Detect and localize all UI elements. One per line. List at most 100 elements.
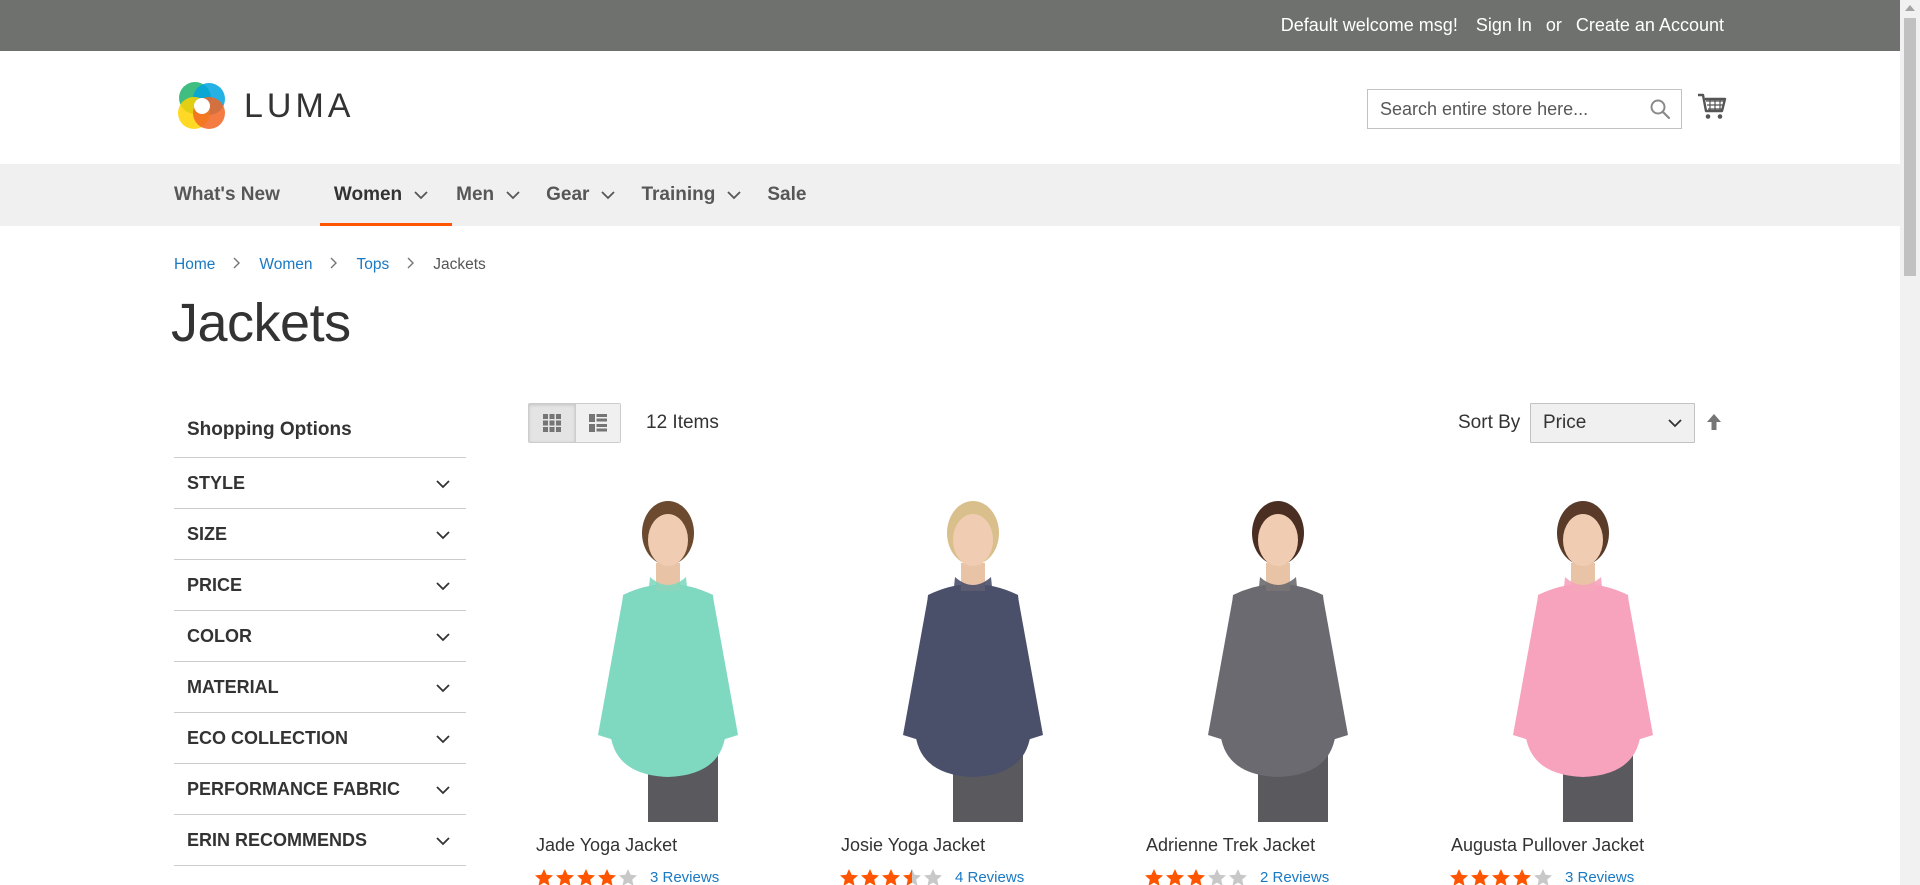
scroll-up-arrow-icon[interactable]	[1905, 5, 1915, 11]
product-name[interactable]: Adrienne Trek Jacket	[1146, 835, 1315, 856]
nav-label: Sale	[767, 184, 807, 205]
reviews-link[interactable]: 4 Reviews	[955, 869, 1024, 885]
model-jacket-illustration	[903, 501, 1043, 822]
filter-label: PRICE	[187, 574, 243, 595]
chevron-down-icon	[727, 184, 741, 206]
nav-item-men[interactable]: Men	[456, 164, 546, 226]
chevron-down-icon	[601, 184, 616, 206]
nav-label: Women	[333, 184, 403, 205]
search-icon[interactable]	[1649, 98, 1671, 125]
product-image[interactable]	[528, 485, 808, 822]
chevron-down-icon	[436, 728, 450, 749]
filter-label: ERIN RECOMMENDS	[187, 829, 368, 850]
top-panel: Default welcome msg! Sign In or Create a…	[0, 0, 1900, 51]
filter-eco-collection[interactable]: ECO COLLECTION	[174, 713, 466, 764]
star-icon	[556, 869, 574, 885]
header-links: Default welcome msg! Sign In or Create a…	[1281, 0, 1724, 51]
welcome-message: Default welcome msg!	[1280, 15, 1458, 35]
page-title: Jackets	[171, 293, 351, 353]
chevron-right-icon	[407, 256, 415, 274]
filter-label: COLOR	[187, 625, 252, 646]
filter-size[interactable]: SIZE	[174, 509, 466, 560]
search-box	[1367, 89, 1682, 129]
product-image[interactable]	[1443, 485, 1723, 822]
sort-by-select[interactable]: Price	[1530, 403, 1695, 443]
nav-item-whats-new[interactable]: What's New	[174, 164, 306, 226]
reviews-link[interactable]: 3 Reviews	[1565, 869, 1634, 885]
product-rating: 2 Reviews	[1144, 868, 1329, 885]
nav-label: Training	[641, 184, 716, 205]
grid-icon	[542, 414, 561, 432]
sort-by-label: Sort By	[1458, 412, 1521, 433]
filter-color[interactable]: COLOR	[174, 611, 466, 662]
star-icon	[924, 869, 942, 885]
product-item: Augusta Pullover Jacket 3 Reviews	[1443, 485, 1723, 885]
filter-style[interactable]: STYLE	[174, 458, 466, 509]
star-icon	[1513, 869, 1531, 885]
logo[interactable]: LUMA	[174, 78, 374, 134]
star-icon	[577, 869, 595, 885]
star-icon	[882, 869, 900, 885]
breadcrumb: Home Women Tops Jackets	[174, 256, 486, 274]
model-jacket-illustration	[598, 501, 738, 822]
product-item: Adrienne Trek Jacket 2 Reviews	[1138, 485, 1418, 885]
sort-direction-arrow-up-icon[interactable]	[1705, 412, 1723, 432]
chevron-down-icon	[436, 473, 450, 494]
reviews-link[interactable]: 3 Reviews	[650, 869, 719, 885]
filter-label: STYLE	[187, 472, 246, 493]
search-input[interactable]	[1368, 90, 1638, 128]
star-icon	[535, 869, 553, 885]
nav-item-sale[interactable]: Sale	[767, 164, 832, 226]
star-icon	[840, 869, 858, 885]
breadcrumb-women[interactable]: Women	[259, 256, 312, 274]
create-account-link[interactable]: Create an Account	[1576, 15, 1724, 36]
sidebar-filters: Shopping Options STYLE SIZE PRICE COLOR …	[174, 402, 466, 866]
product-item: Josie Yoga Jacket 4 Reviews	[833, 485, 1113, 885]
star-icon	[619, 869, 637, 885]
nav-item-training[interactable]: Training	[641, 164, 767, 226]
product-item: Jade Yoga Jacket 3 Reviews	[528, 485, 808, 885]
chevron-down-icon	[436, 677, 450, 698]
scrollbar-thumb[interactable]	[1904, 18, 1916, 276]
star-icon	[1166, 869, 1184, 885]
filter-erin-recommends[interactable]: ERIN RECOMMENDS	[174, 815, 466, 866]
rating-stars	[1449, 868, 1553, 885]
chevron-down-icon	[1668, 412, 1682, 434]
filter-label: MATERIAL	[187, 676, 279, 697]
star-icon	[1229, 869, 1247, 885]
filter-label: PERFORMANCE FABRIC	[187, 778, 401, 799]
nav-item-women[interactable]: Women	[319, 164, 453, 226]
product-name[interactable]: Josie Yoga Jacket	[841, 835, 985, 856]
list-view-button[interactable]	[574, 404, 620, 442]
star-icon	[1208, 869, 1226, 885]
model-jacket-illustration	[1208, 501, 1348, 822]
cart-icon[interactable]	[1696, 90, 1728, 122]
filter-label: ECO COLLECTION	[187, 727, 348, 748]
filter-material[interactable]: MATERIAL	[174, 662, 466, 713]
filter-price[interactable]: PRICE	[174, 560, 466, 611]
reviews-link[interactable]: 2 Reviews	[1260, 869, 1329, 885]
star-icon	[1534, 869, 1552, 885]
star-icon	[861, 869, 879, 885]
filter-performance-fabric[interactable]: PERFORMANCE FABRIC	[174, 764, 466, 815]
page-scrollbar[interactable]	[1900, 0, 1920, 885]
toolbar-amount: 12 Items	[646, 412, 719, 433]
main-navigation: What's New Women Men Gear Training Sale	[0, 164, 1900, 226]
product-name[interactable]: Augusta Pullover Jacket	[1451, 835, 1644, 856]
chevron-down-icon	[436, 575, 450, 596]
product-name[interactable]: Jade Yoga Jacket	[536, 835, 677, 856]
product-image[interactable]	[1138, 485, 1418, 822]
star-icon	[598, 869, 616, 885]
breadcrumb-tops[interactable]: Tops	[356, 256, 389, 274]
product-image[interactable]	[833, 485, 1113, 822]
grid-view-button[interactable]	[529, 404, 575, 442]
rating-stars	[534, 868, 638, 885]
nav-item-gear[interactable]: Gear	[546, 164, 641, 226]
nav-label: Men	[456, 184, 495, 205]
list-icon	[588, 414, 607, 432]
sign-in-link[interactable]: Sign In	[1476, 15, 1532, 36]
chevron-down-icon	[436, 779, 450, 800]
breadcrumb-home[interactable]: Home	[174, 256, 215, 274]
shopping-options-title: Shopping Options	[174, 402, 466, 458]
chevron-right-icon	[233, 256, 241, 274]
